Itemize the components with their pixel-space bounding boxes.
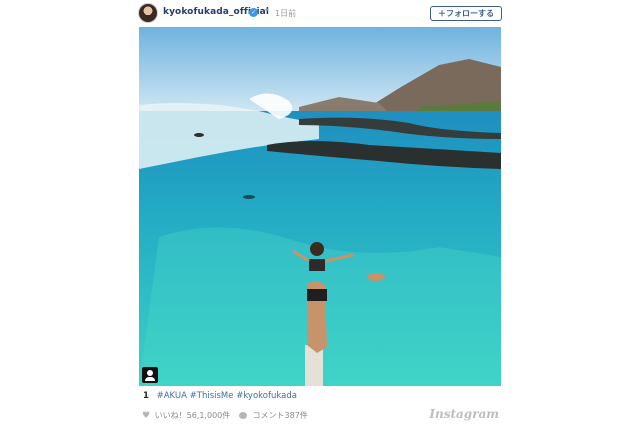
likes-count: いいね！56,1,000件 xyxy=(154,411,231,420)
comment-button[interactable]: コメント387件 xyxy=(239,410,308,421)
instagram-logo[interactable]: Instagram xyxy=(429,407,499,421)
post-footer: ♥ いいね！56,1,000件 コメント387件 Instagram xyxy=(139,404,501,426)
verified-badge-icon: ✓ xyxy=(249,8,258,17)
like-button[interactable]: ♥ いいね！56,1,000件 xyxy=(142,410,230,421)
post-photo[interactable] xyxy=(139,27,501,386)
heart-icon: ♥ xyxy=(142,411,151,421)
post-time[interactable]: 1日前 xyxy=(275,8,296,19)
avatar[interactable] xyxy=(138,3,158,23)
beach-photo-illustration xyxy=(139,27,501,386)
post-header: kyokofukada_official ✓ • 1日前 ＋フォローする xyxy=(138,3,502,25)
caption-count: 1 xyxy=(143,391,149,401)
hashtag-links[interactable]: #AKUA #ThisisMe #kyokofukada xyxy=(157,391,297,401)
comment-bubble-icon xyxy=(239,412,247,419)
comments-count: コメント387件 xyxy=(252,411,308,420)
separator-dot: • xyxy=(264,6,270,16)
post-caption: 1 #AKUA #ThisisMe #kyokofukada xyxy=(143,391,297,401)
follow-button[interactable]: ＋フォローする xyxy=(430,6,502,21)
user-tag-icon[interactable] xyxy=(142,367,158,383)
